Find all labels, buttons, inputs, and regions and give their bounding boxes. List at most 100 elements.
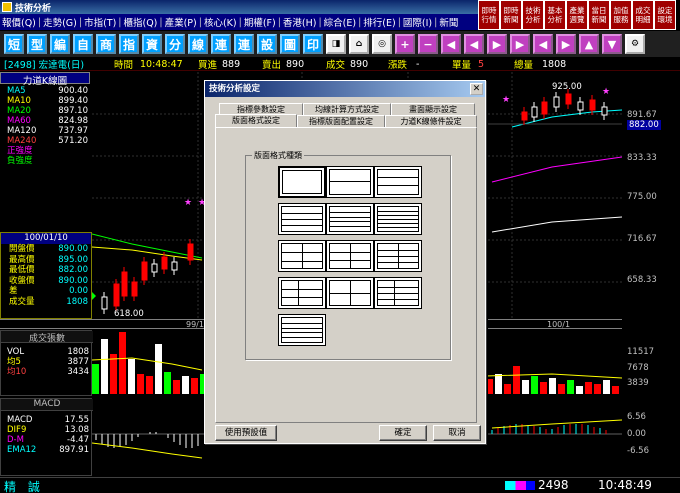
toolbar-button-13[interactable]: 印: [303, 34, 323, 54]
layout-divider: [378, 177, 418, 179]
last-icon[interactable]: ▶: [510, 34, 530, 54]
layout-option-11[interactable]: [374, 277, 422, 309]
toolbar-button-0[interactable]: 短: [4, 34, 24, 54]
vol-legend-row: VOL 1808: [1, 347, 91, 357]
menu-item-5[interactable]: 核心(K): [202, 15, 239, 29]
quick-button-2[interactable]: 技術 分析: [522, 0, 544, 30]
layout-preview: [329, 169, 371, 195]
toolbar-button-4[interactable]: 商: [96, 34, 116, 54]
macd-title: MACD: [1, 399, 93, 411]
layout-option-1[interactable]: [326, 166, 374, 198]
layout-option-10[interactable]: [326, 277, 374, 309]
volume-bar: [164, 372, 171, 394]
tab-ma-calc[interactable]: 均線計算方式設定: [303, 103, 391, 115]
menu-item-9[interactable]: 排行(E): [361, 15, 397, 29]
tab-layout[interactable]: 版面格式設定: [215, 114, 297, 127]
toolbar-button-1[interactable]: 型: [27, 34, 47, 54]
layout-option-7[interactable]: [326, 240, 374, 272]
toolbar-button-3[interactable]: 自: [73, 34, 93, 54]
left-icon[interactable]: ◀: [533, 34, 553, 54]
status-time: 10:48:49: [598, 478, 652, 492]
first-icon[interactable]: ◀: [441, 34, 461, 54]
layout-group: 版面格式種類: [245, 150, 451, 360]
app-icon: [2, 2, 12, 12]
layout-option-3[interactable]: [278, 203, 326, 235]
layout-option-9[interactable]: [278, 277, 326, 309]
quick-button-3[interactable]: 基本 分析: [544, 0, 566, 30]
price-key: 最高價: [9, 254, 35, 265]
layout-option-2[interactable]: [374, 166, 422, 198]
plus-icon[interactable]: +: [395, 34, 415, 54]
lock-icon[interactable]: ⌂: [349, 34, 369, 54]
layout-preview: [377, 169, 419, 195]
layout-option-8[interactable]: [374, 240, 422, 272]
toolbar-button-5[interactable]: 指: [119, 34, 139, 54]
tab-indicator-layout[interactable]: 指標版面配置設定: [297, 115, 385, 127]
ma-row: MA60 824.98: [0, 116, 90, 126]
layout-option-0[interactable]: [278, 166, 326, 198]
settings-icon[interactable]: ⚙: [625, 34, 645, 54]
quick-button-6[interactable]: 加值 服務: [610, 0, 632, 30]
sell-value: 890: [286, 58, 305, 70]
prev-icon[interactable]: ◀: [464, 34, 484, 54]
price-value: 890.00: [58, 275, 88, 286]
menu-item-7[interactable]: 香港(H): [281, 15, 319, 29]
down-icon[interactable]: ▼: [602, 34, 622, 54]
time-label: 時間: [114, 60, 134, 71]
menu-item-11[interactable]: 新聞: [437, 15, 460, 29]
quick-button-1[interactable]: 即時 新聞: [500, 0, 522, 30]
toolbar-button-12[interactable]: 圖: [280, 34, 300, 54]
tab-force-k[interactable]: 力道K線條件設定: [385, 115, 477, 127]
toolbar-button-11[interactable]: 設: [257, 34, 277, 54]
layout-group-label: 版面格式種類: [252, 150, 304, 161]
layout-option-5[interactable]: [374, 203, 422, 235]
quick-button-8[interactable]: 設定 環境: [654, 0, 676, 30]
minus-icon[interactable]: −: [418, 34, 438, 54]
layout-option-4[interactable]: [326, 203, 374, 235]
grid-icon[interactable]: ◨: [326, 34, 346, 54]
layout-divider: [330, 180, 370, 182]
quick-button-0[interactable]: 即時 行情: [478, 0, 500, 30]
app-window: 技術分析 報價(Q) | 走勢(G) | 市指(T) | 櫃指(Q) | 產業(P) | 核心(K)…: [0, 0, 680, 493]
menu-item-8[interactable]: 綜合(E): [322, 15, 358, 29]
toolbar-button-2[interactable]: 編: [50, 34, 70, 54]
use-default-button[interactable]: 使用預設值: [215, 425, 277, 441]
layout-option-12[interactable]: [278, 314, 326, 346]
vol-value: 3434: [67, 367, 89, 377]
ok-button[interactable]: 確定: [379, 425, 427, 441]
menu-item-3[interactable]: 櫃指(Q): [122, 15, 160, 29]
menu-item-1[interactable]: 走勢(G): [41, 15, 79, 29]
volume-avg-line: [485, 373, 622, 379]
quick-button-5[interactable]: 當日 新聞: [588, 0, 610, 30]
candle-body: [589, 99, 596, 111]
dif-line: [491, 419, 622, 429]
layout-divider: [330, 221, 370, 223]
candle-body: [113, 283, 120, 307]
tab-display[interactable]: 畫面顯示設定: [391, 103, 475, 115]
toolbar-button-9[interactable]: 連: [211, 34, 231, 54]
volume-bar: [540, 382, 547, 394]
cancel-button[interactable]: 取消: [433, 425, 481, 441]
toolbar-button-10[interactable]: 連: [234, 34, 254, 54]
layout-option-6[interactable]: [278, 240, 326, 272]
menu-item-6[interactable]: 期權(F): [242, 15, 278, 29]
up-icon[interactable]: ▲: [579, 34, 599, 54]
next-icon[interactable]: ▶: [487, 34, 507, 54]
toolbar-button-8[interactable]: 線: [188, 34, 208, 54]
toolbar-button-6[interactable]: 資: [142, 34, 162, 54]
menu-item-2[interactable]: 市指(T): [82, 15, 118, 29]
menu-item-4[interactable]: 產業(P): [163, 15, 199, 29]
right-icon[interactable]: ▶: [556, 34, 576, 54]
layout-divider: [282, 322, 322, 324]
status-code: 2498: [538, 478, 569, 492]
quick-button-7[interactable]: 成交 明細: [632, 0, 654, 30]
toolbar-button-7[interactable]: 分: [165, 34, 185, 54]
total-value: 1808: [542, 58, 567, 70]
menu-item-10[interactable]: 國際(I): [401, 15, 434, 29]
zoom-icon[interactable]: ◎: [372, 34, 392, 54]
quick-button-4[interactable]: 產業 週覽: [566, 0, 588, 30]
menu-item-0[interactable]: 報價(Q): [0, 15, 38, 29]
close-icon[interactable]: ✕: [470, 83, 483, 95]
price-key: 成交量: [9, 296, 35, 307]
layout-divider: [298, 281, 299, 305]
